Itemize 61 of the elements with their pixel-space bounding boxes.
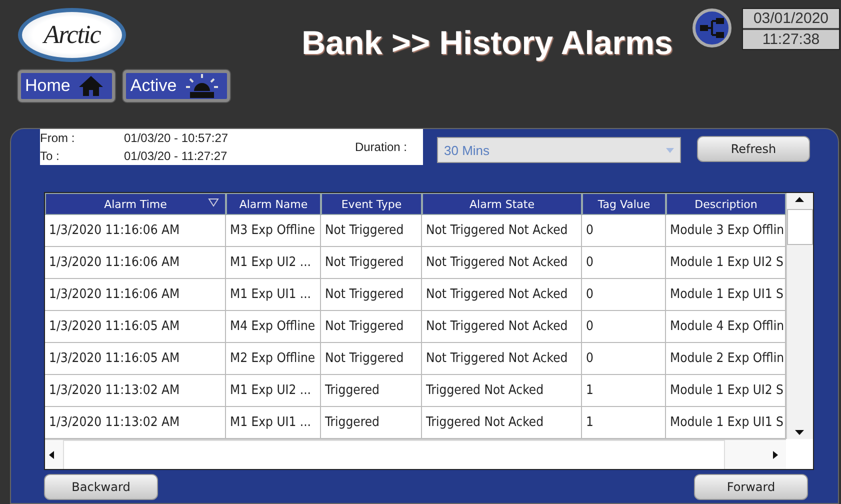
table-cell: Not Triggered Not Acked [422, 247, 582, 279]
refresh-button[interactable]: Refresh [697, 136, 810, 162]
table-cell: 0 [582, 343, 666, 375]
table-cell: M1 Exp UI2 ... [226, 247, 321, 279]
scroll-right-icon[interactable] [773, 451, 778, 459]
table-cell: M1 Exp UI1 ... [226, 279, 321, 311]
table-cell: Not Triggered Not Acked [422, 343, 582, 375]
table-cell: 1/3/2020 11:13:02 AM [45, 375, 226, 407]
logo: Arctic [18, 8, 126, 62]
column-header[interactable]: Event Type [321, 193, 422, 215]
table-cell: 0 [582, 247, 666, 279]
column-header[interactable]: Tag Value [582, 193, 666, 215]
table-cell: Not Triggered Not Acked [422, 279, 582, 311]
sort-icon [208, 198, 219, 207]
table-cell: Triggered Not Acked [422, 375, 582, 407]
to-label: To : [40, 148, 60, 164]
to-value: 01/03/20 - 11:27:27 [124, 148, 228, 164]
table-cell: M2 Exp Offline [226, 343, 321, 375]
table-cell: M3 Exp Offline [226, 215, 321, 247]
table-cell: 1/3/2020 11:16:06 AM [45, 247, 226, 279]
nav-button[interactable]: Active [123, 70, 230, 102]
scroll-left-icon[interactable] [49, 451, 54, 459]
column-header[interactable]: Alarm Name [226, 193, 321, 215]
table-cell: 1/3/2020 11:16:05 AM [45, 311, 226, 343]
table-cell: M4 Exp Offline [226, 311, 321, 343]
table-cell: Not Triggered Not Acked [422, 215, 582, 247]
from-label: From : [40, 130, 76, 146]
table-cell: 1/3/2020 11:16:06 AM [45, 215, 226, 247]
column-header[interactable]: Description [666, 193, 786, 215]
table-cell: M1 Exp UI2 ... [226, 375, 321, 407]
nav-button[interactable]: Home [18, 70, 116, 102]
scrollbar-thumb[interactable] [787, 209, 813, 245]
siren-icon [184, 73, 219, 99]
table-cell: 0 [582, 311, 666, 343]
table-cell: 1/3/2020 11:16:05 AM [45, 343, 226, 375]
scroll-up-icon[interactable] [795, 197, 804, 202]
table-cell: Not Triggered [321, 247, 422, 279]
caret-icon [666, 148, 674, 152]
table-cell: 1/3/2020 11:16:06 AM [45, 279, 226, 311]
table-cell: Not Triggered [321, 343, 422, 375]
table-cell: Not Triggered [321, 215, 422, 247]
from-value: 01/03/20 - 10:57:27 [124, 130, 230, 146]
duration-label: Duration : [354, 139, 407, 155]
column-header[interactable]: Alarm State [422, 193, 582, 215]
table-cell: 0 [582, 279, 666, 311]
column-header[interactable]: Alarm Time [45, 193, 226, 215]
page-title: Bank >> History Alarms [302, 24, 673, 63]
table-cell: Not Triggered [321, 311, 422, 343]
forward-button[interactable]: Forward [694, 474, 808, 500]
network-icon[interactable] [692, 8, 732, 48]
backward-button[interactable]: Backward [44, 474, 158, 500]
table-cell: 1 [582, 375, 666, 407]
house-icon [78, 75, 104, 97]
time-display: 11:27:38 [743, 28, 839, 49]
table-cell: 0 [582, 215, 666, 247]
table-cell: Triggered [321, 375, 422, 407]
vertical-scrollbar[interactable] [786, 193, 813, 439]
date-display: 03/01/2020 [752, 9, 830, 28]
table-cell: Not Triggered Not Acked [422, 311, 582, 343]
scroll-down-icon[interactable] [795, 430, 804, 435]
table-cell: Not Triggered [321, 279, 422, 311]
